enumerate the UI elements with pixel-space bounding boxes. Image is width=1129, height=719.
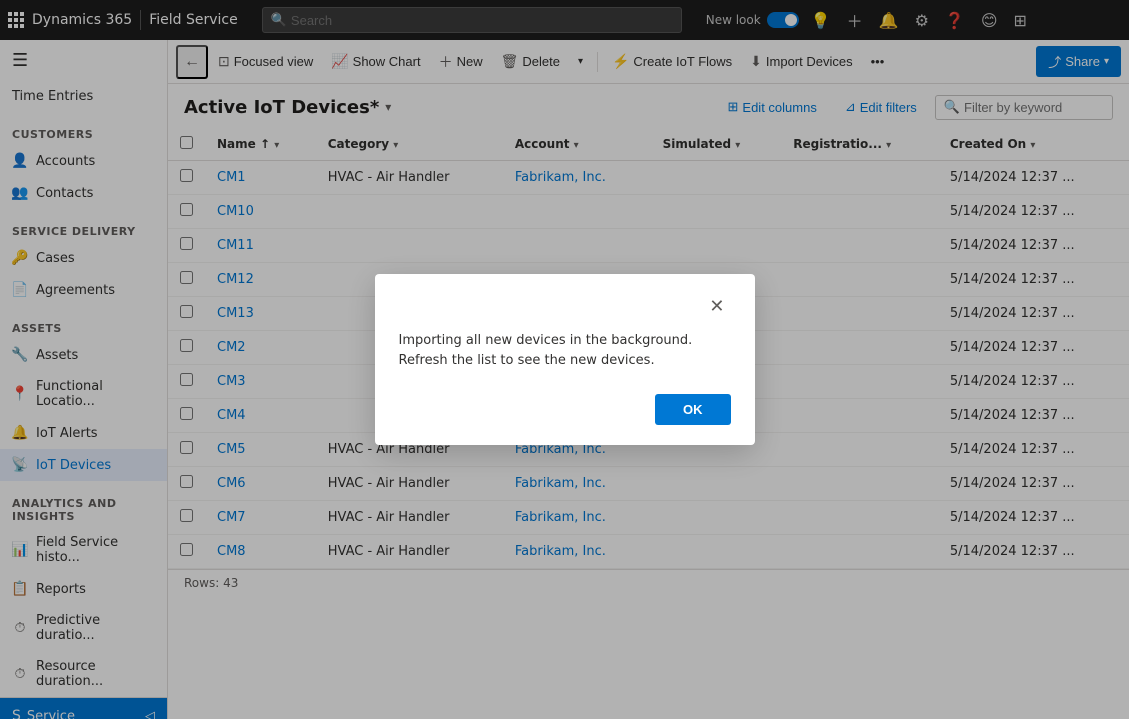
modal-footer: OK <box>399 394 731 425</box>
modal-header: ✕ <box>399 294 731 319</box>
modal-close-button[interactable]: ✕ <box>703 294 730 319</box>
modal-message: Importing all new devices in the backgro… <box>399 331 731 370</box>
import-dialog: ✕ Importing all new devices in the backg… <box>375 274 755 445</box>
modal-overlay: ✕ Importing all new devices in the backg… <box>0 0 1129 719</box>
modal-ok-button[interactable]: OK <box>655 394 731 425</box>
